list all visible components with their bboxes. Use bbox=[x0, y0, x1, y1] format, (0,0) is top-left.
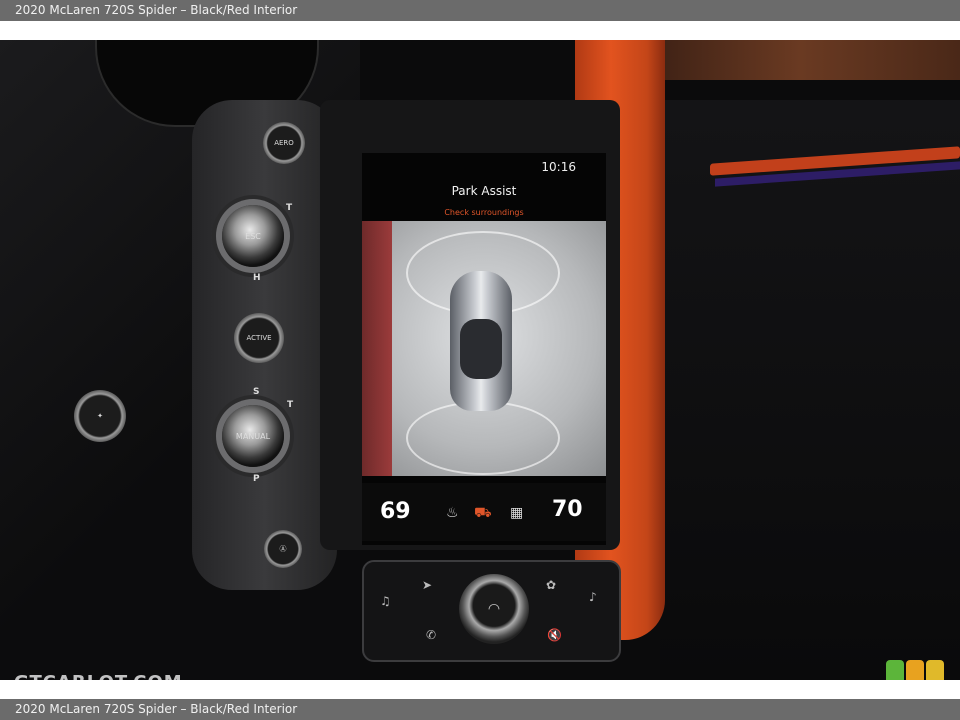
temp-right[interactable]: 70 bbox=[552, 497, 583, 522]
camera-frame bbox=[362, 221, 392, 476]
handling-dial[interactable]: ESC bbox=[222, 205, 284, 267]
dial-letter-t2: T bbox=[287, 400, 294, 410]
wood-trim bbox=[640, 40, 960, 80]
logo-green-square bbox=[886, 660, 904, 680]
dial-letter-h: H bbox=[253, 273, 261, 283]
climate-bar: 69 ♨ ⛟ ▦ 70 bbox=[362, 483, 606, 541]
logo-orange-square bbox=[906, 660, 924, 680]
temp-left[interactable]: 69 bbox=[380, 499, 411, 524]
active-label: ACTIVE bbox=[246, 334, 272, 342]
rear-defrost-icon[interactable]: ▦ bbox=[510, 505, 523, 521]
navigation-icon[interactable]: ➤ bbox=[422, 578, 432, 592]
logo-yellow-square bbox=[926, 660, 944, 680]
dial-letter-p: P bbox=[253, 474, 260, 484]
music-icon[interactable]: ♪ bbox=[589, 590, 597, 604]
defrost-icon[interactable]: ♨ bbox=[446, 505, 459, 521]
park-assist-title: Park Assist bbox=[451, 184, 517, 198]
powertrain-dial[interactable]: MANUAL bbox=[222, 405, 284, 467]
lower-console: ♫ ➤ ✆ ◠ ✿ ♪ 🔇 bbox=[362, 560, 621, 662]
dial-letter-s: S bbox=[253, 387, 260, 397]
manual-label: MANUAL bbox=[235, 431, 271, 441]
park-camera-view bbox=[362, 221, 606, 476]
photo: AERO ESC T H ACTIVE S T MANUAL P Ⓐ ✦ 10:… bbox=[0, 40, 960, 680]
car-icon[interactable]: ⛟ bbox=[474, 505, 492, 523]
media-icon[interactable]: ♫ bbox=[380, 594, 391, 608]
dial-letter-t: T bbox=[286, 203, 293, 213]
aero-label: AERO bbox=[274, 139, 294, 147]
active-button[interactable]: ACTIVE bbox=[234, 313, 284, 363]
caption-top: 2020 McLaren 720S Spider – Black/Red Int… bbox=[0, 0, 960, 21]
clock: 10:16 bbox=[541, 160, 576, 174]
sensor-arc-rear bbox=[406, 401, 560, 475]
caption-bottom: 2020 McLaren 720S Spider – Black/Red Int… bbox=[0, 699, 960, 720]
mute-icon[interactable]: 🔇 bbox=[547, 628, 562, 642]
right-dashboard bbox=[660, 100, 960, 680]
aero-button[interactable]: AERO bbox=[263, 122, 305, 164]
car-roof bbox=[460, 319, 502, 379]
phone-icon[interactable]: ✆ bbox=[426, 628, 436, 642]
esc-label: ESC bbox=[245, 231, 261, 241]
fan-icon[interactable]: ✿ bbox=[546, 578, 556, 592]
watermark: GTCARLOT.COM bbox=[14, 672, 183, 680]
infotainment-screen: 10:16 Park Assist Check surroundings 69 … bbox=[362, 153, 606, 545]
start-stop-icon[interactable]: Ⓐ bbox=[264, 530, 302, 568]
control-knob[interactable]: ◠ bbox=[459, 574, 529, 644]
park-assist-warning: Check surroundings bbox=[444, 208, 524, 217]
light-switch-icon[interactable]: ✦ bbox=[74, 390, 126, 442]
